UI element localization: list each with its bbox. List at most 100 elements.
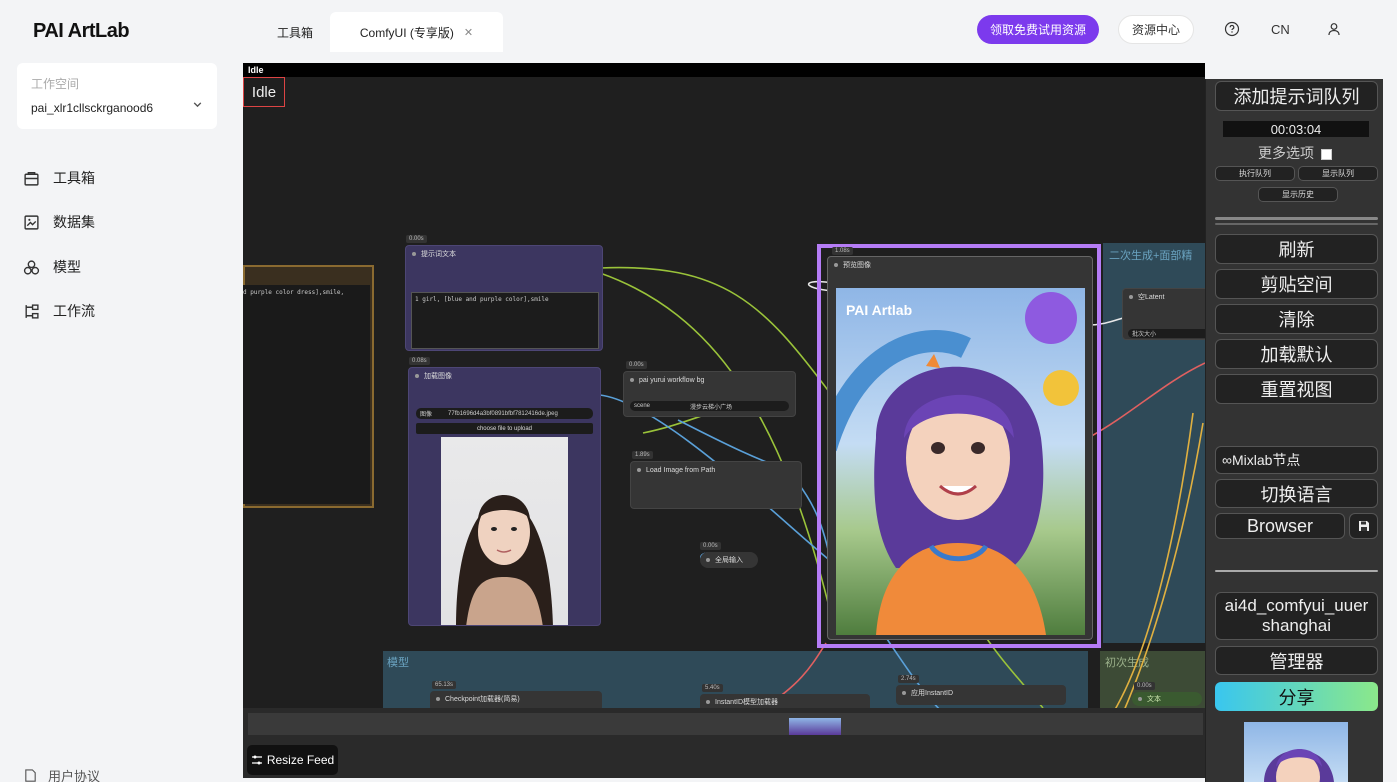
checkbox-icon[interactable] <box>1320 148 1332 160</box>
feed-track <box>248 713 1203 735</box>
node-dot <box>706 700 710 704</box>
resource-center-button[interactable]: 资源中心 <box>1118 15 1194 44</box>
workflow-bg-node[interactable]: pai yurui workflow bg scene 漫步云梯小广场 <box>623 371 796 417</box>
nav-label: 模型 <box>53 259 81 275</box>
nav-item-toolbox[interactable]: 工具箱 <box>23 164 95 192</box>
node-title: 文本 <box>1147 696 1161 703</box>
node-header: 加载图像 <box>409 368 600 384</box>
node-dot <box>1129 295 1133 299</box>
node-dot <box>415 374 419 378</box>
node-time-badge: 0.00s <box>1134 682 1155 690</box>
comfyui-canvas[interactable]: Idle Idle d purple color dress],smile, 二… <box>243 63 1205 778</box>
help-icon[interactable] <box>1223 20 1241 38</box>
workspace-selector[interactable]: 工作空间 pai_xlr1cllsckrganood6 <box>17 63 217 129</box>
node-header: 预览图像 <box>828 257 1092 273</box>
latest-output-thumbnail[interactable] <box>1244 722 1348 782</box>
nav-label: 数据集 <box>53 214 95 230</box>
refresh-button[interactable]: 刷新 <box>1215 234 1378 264</box>
user-icon[interactable] <box>1325 20 1343 38</box>
model-icon <box>23 259 40 275</box>
node-header: 应用InstantID <box>896 685 1066 701</box>
nav-item-model[interactable]: 模型 <box>23 253 81 281</box>
resize-feed-label: Resize Feed <box>266 753 335 767</box>
queue-prompt-button[interactable]: 添加提示词队列 <box>1215 81 1378 111</box>
nav-item-dataset[interactable]: 数据集 <box>23 208 95 236</box>
node-dot <box>637 468 641 472</box>
language-switch[interactable]: CN <box>1271 22 1290 37</box>
text-node[interactable]: 文本 <box>1132 692 1202 706</box>
tab-comfyui[interactable]: ComfyUI (专享版) ✕ <box>330 12 503 52</box>
node-time-badge: 1.89s <box>632 451 653 459</box>
global-input-node[interactable]: 全局输入 <box>700 552 758 568</box>
node-time-badge: 0.08s <box>409 357 430 365</box>
manager-button[interactable]: 管理器 <box>1215 646 1378 675</box>
upload-button[interactable]: choose file to upload <box>416 423 593 434</box>
load-default-button[interactable]: 加载默认 <box>1215 339 1378 369</box>
divider <box>1215 217 1378 220</box>
show-queue-button[interactable]: 显示队列 <box>1298 166 1378 181</box>
share-button[interactable]: 分享 <box>1215 682 1378 711</box>
prompt-text-area[interactable]: 1 girl, [blue and purple color],smile <box>411 292 599 349</box>
save-icon[interactable] <box>1349 513 1378 539</box>
node-time-badge: 65.13s <box>432 681 457 689</box>
loaded-portrait-image <box>441 437 568 625</box>
top-bar: 工具箱 ComfyUI (专享版) ✕ 领取免费试用资源 资源中心 CN <box>235 0 1397 57</box>
empty-latent-node[interactable]: 空Latent 批次大小 <box>1122 288 1205 340</box>
node-time-badge: 0.00s <box>406 235 427 243</box>
divider <box>1215 570 1378 572</box>
more-options-toggle[interactable]: 更多选项 <box>1206 143 1384 163</box>
tab-label: ComfyUI (专享版) <box>359 25 454 40</box>
more-options-label: 更多选项 <box>1258 145 1315 161</box>
tab-toolbox[interactable]: 工具箱 <box>249 12 341 52</box>
browser-button[interactable]: Browser <box>1215 513 1345 539</box>
scene-value: 漫步云梯小广场 <box>690 404 733 411</box>
batch-size-field[interactable]: 批次大小 <box>1128 329 1205 338</box>
node-title: 全局输入 <box>715 557 743 564</box>
nav-item-workflow[interactable]: 工作流 <box>23 297 95 325</box>
workspace-label: 工作空间 <box>31 77 80 91</box>
node-dot <box>1138 697 1142 701</box>
close-icon[interactable]: ✕ <box>464 26 473 39</box>
node-title: 加载图像 <box>424 373 452 380</box>
node-header: Load Image from Path <box>631 462 801 478</box>
reset-view-button[interactable]: 重置视图 <box>1215 374 1378 404</box>
node-dot <box>630 378 634 382</box>
toolbox-icon <box>24 171 39 186</box>
image-select[interactable]: 图像 77fb1696d4a3bf0891bfbf7812416de.jpeg <box>416 408 593 419</box>
node-dot <box>436 697 440 701</box>
scene-select[interactable]: scene 漫步云梯小广场 <box>630 401 789 411</box>
user-info-button[interactable]: ai4d_comfyui_uuer shanghai <box>1215 592 1378 640</box>
image-select-value: 77fb1696d4a3bf0891bfbf7812416de.jpeg <box>448 410 558 417</box>
switch-language-button[interactable]: 切换语言 <box>1215 479 1378 508</box>
node-title: 应用InstantID <box>911 690 954 697</box>
node-title: 预览图像 <box>843 262 871 269</box>
user-name: ai4d_comfyui_uuer <box>1224 596 1369 615</box>
load-image-path-node[interactable]: Load Image from Path <box>630 461 802 509</box>
load-image-node[interactable]: 加载图像 图像 77fb1696d4a3bf0891bfbf7812416de.… <box>408 367 601 626</box>
tab-label: 工具箱 <box>276 25 313 40</box>
node-header: 文本 <box>1132 692 1202 706</box>
node-time-badge: 0.00s <box>700 542 721 550</box>
node-title: 空Latent <box>1138 294 1165 301</box>
user-agreement-link[interactable]: 用户协议 <box>23 766 100 782</box>
node-header: Checkpoint加载器(简易) <box>430 691 602 707</box>
preview-image-node[interactable]: 预览图像 PAI Artlab <box>827 256 1093 640</box>
prompt-text-node[interactable]: 提示词文本 1 girl, [blue and purple color],sm… <box>405 245 603 351</box>
free-trial-button[interactable]: 领取免费试用资源 <box>977 15 1099 44</box>
workspace-value: pai_xlr1cllsckrganood6 <box>31 101 154 115</box>
node-header: pai yurui workflow bg <box>624 372 795 388</box>
resize-feed-button[interactable]: Resize Feed <box>247 745 338 775</box>
node-title: pai yurui workflow bg <box>639 376 705 384</box>
mixlab-nodes-button[interactable]: ∞Mixlab节点 <box>1215 446 1378 474</box>
node-time-badge: 5.40s <box>702 684 723 692</box>
feed-thumbnail[interactable] <box>789 718 841 735</box>
page-right-edge <box>1384 79 1397 782</box>
sidebar: PAI ArtLab 工作空间 pai_xlr1cllsckrganood6 工… <box>0 0 235 782</box>
apply-instantid-node[interactable]: 应用InstantID <box>896 685 1066 705</box>
node-dot <box>412 252 416 256</box>
exec-queue-button[interactable]: 执行队列 <box>1215 166 1295 181</box>
show-history-button[interactable]: 显示历史 <box>1258 187 1338 202</box>
workflow-icon <box>25 303 39 319</box>
clipspace-button[interactable]: 剪贴空间 <box>1215 269 1378 299</box>
clear-button[interactable]: 清除 <box>1215 304 1378 334</box>
